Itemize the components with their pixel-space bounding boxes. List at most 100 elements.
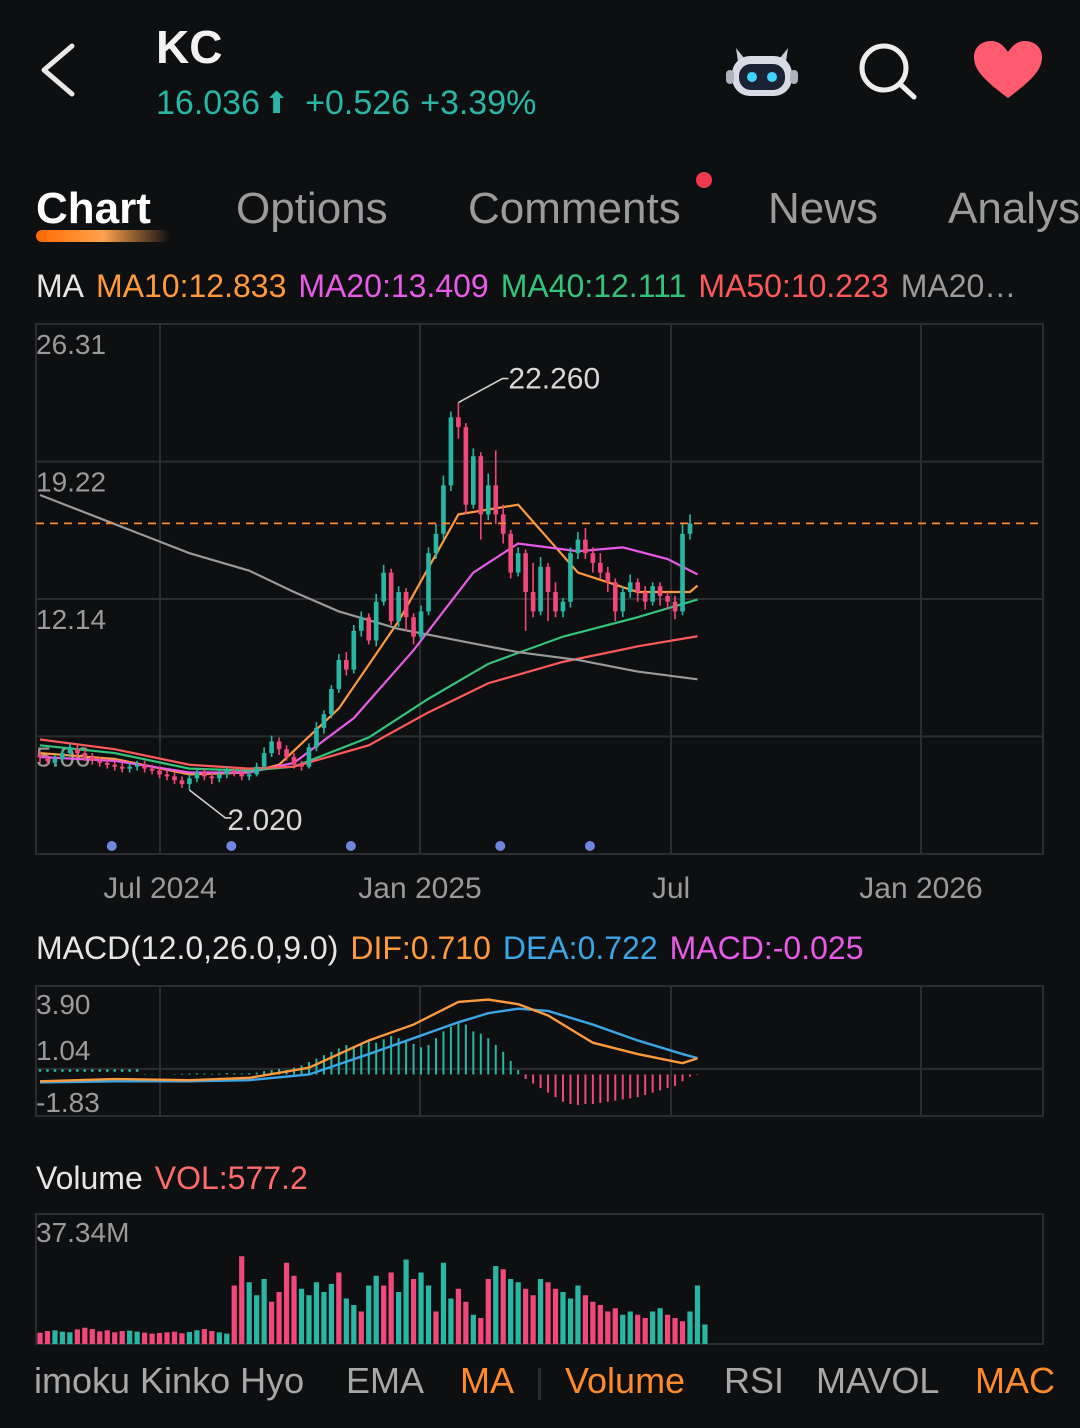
date-axis-tick-label: Jan 2025: [358, 872, 481, 900]
volume-bar: [463, 1301, 469, 1344]
volume-bar: [500, 1269, 506, 1344]
volume-bar: [582, 1295, 589, 1344]
indicator-volume[interactable]: Volume: [565, 1360, 685, 1402]
indicator-ichimoku[interactable]: imoku Kinko Hyo: [34, 1360, 304, 1402]
volume-bar: [418, 1272, 424, 1344]
volume-bar: [313, 1282, 320, 1344]
tab-news[interactable]: News: [768, 184, 878, 234]
volume-bar: [134, 1331, 140, 1344]
indicator-macd[interactable]: MAC: [975, 1360, 1055, 1402]
volume-bar: [470, 1314, 476, 1344]
volume-bar: [440, 1262, 447, 1344]
volume-bar: [590, 1301, 596, 1344]
volume-legend[interactable]: Volume VOL:577.2: [36, 1160, 320, 1197]
volume-bar: [455, 1288, 462, 1344]
candle-body: [314, 727, 319, 748]
ma-legend[interactable]: MA MA10:12.833 MA20:13.409 MA40:12.111 MA50:…: [36, 268, 1046, 305]
volume-bar: [642, 1318, 648, 1344]
tab-analysis[interactable]: Analys: [948, 184, 1080, 234]
volume-bar: [336, 1272, 342, 1344]
ma40-value: MA40:12.111: [500, 268, 687, 304]
candle-body: [463, 427, 469, 505]
candle-body: [67, 747, 73, 754]
volume-bar: [410, 1279, 417, 1344]
candle-body: [179, 780, 185, 785]
volume-bar: [283, 1262, 290, 1344]
candle-body: [650, 586, 655, 602]
ma-legend-label: MA: [36, 268, 84, 304]
candle-body: [329, 689, 334, 715]
candle-body: [246, 774, 252, 777]
macd-hist-dot: [53, 1069, 57, 1072]
price-quote: 16.036 ⬆ +0.526 +3.39%: [156, 84, 536, 123]
search-icon[interactable]: [856, 40, 920, 102]
candle-body: [119, 766, 125, 769]
indicator-ma[interactable]: MA: [460, 1360, 514, 1402]
event-marker-dot: [226, 841, 237, 851]
macd-chart[interactable]: 3.90 1.04 -1.83: [0, 984, 1080, 1120]
candle-body: [366, 617, 372, 641]
candle-body: [620, 592, 626, 612]
candle-body: [344, 659, 349, 670]
price-change-percent: +3.39%: [420, 84, 537, 122]
macd-axis-tick-label: 3.90: [36, 989, 91, 1020]
volume-bar: [171, 1331, 178, 1344]
robot-assistant-icon[interactable]: [722, 38, 802, 102]
volume-bar: [694, 1285, 701, 1344]
volume-bar: [321, 1292, 327, 1344]
volume-bar: [597, 1305, 603, 1344]
volume-bar: [396, 1292, 402, 1344]
candle-body: [508, 533, 514, 573]
candle-body: [672, 601, 678, 612]
indicator-mavol[interactable]: MAVOL: [816, 1360, 939, 1402]
volume-bar: [433, 1311, 439, 1344]
volume-bar: [545, 1282, 551, 1344]
volume-bar: [261, 1279, 267, 1344]
tab-chart[interactable]: Chart: [36, 184, 151, 234]
high-annotation-leader: [458, 377, 509, 404]
candle-body: [478, 456, 484, 515]
event-marker-dot: [345, 841, 356, 851]
candle-body: [448, 417, 454, 486]
indicator-ema[interactable]: EMA: [346, 1360, 424, 1402]
volume-bar: [627, 1311, 633, 1344]
dea-value: DEA:0.722: [502, 930, 658, 966]
candle-body: [284, 749, 289, 757]
dif-value: DIF:0.710: [350, 930, 491, 966]
indicator-rsi[interactable]: RSI: [724, 1360, 784, 1402]
tab-bar: Chart Options Comments News Analys: [0, 184, 1080, 254]
macd-legend[interactable]: MACD(12.0,26.0,9.0) DIF:0.710 DEA:0.722 MAC…: [36, 930, 875, 967]
volume-bar: [59, 1331, 66, 1344]
indicator-tab-bar: imoku Kinko Hyo EMA MA Volume RSI MAVOL …: [0, 1360, 1080, 1410]
price-chart[interactable]: 26.3119.2212.145.06Jul 2024 Jan 2025 Jul Ja…: [0, 320, 1080, 900]
volume-bar: [141, 1332, 148, 1344]
volume-bar: [328, 1283, 334, 1344]
candle-body: [254, 766, 259, 775]
volume-bar: [156, 1332, 163, 1344]
volume-bar: [119, 1331, 125, 1344]
candle-body: [605, 572, 611, 583]
volume-bar: [67, 1332, 73, 1344]
macd-hist-dot: [90, 1069, 94, 1072]
candle-body: [45, 758, 50, 761]
back-icon[interactable]: [34, 40, 82, 100]
candle-body: [261, 753, 267, 767]
heart-icon[interactable]: [972, 40, 1044, 100]
candle-body: [381, 572, 386, 602]
date-axis-tick-label: Jan 2026: [859, 872, 982, 900]
volume-bar: [702, 1324, 708, 1344]
price-axis-tick-label: 19.22: [36, 467, 106, 498]
volume-bar: [620, 1314, 626, 1344]
tab-comments[interactable]: Comments: [468, 184, 681, 234]
candle-body: [82, 753, 88, 757]
candle-body: [530, 592, 536, 612]
candle-body: [575, 539, 581, 554]
volume-bar: [82, 1327, 88, 1344]
volume-chart[interactable]: 37.34M: [0, 1212, 1080, 1348]
candle-body: [52, 758, 58, 763]
macd-hist-dot: [113, 1069, 117, 1072]
candle-body: [224, 770, 230, 775]
volume-bar: [403, 1259, 409, 1344]
volume-bar: [306, 1295, 312, 1344]
tab-options[interactable]: Options: [236, 184, 388, 234]
